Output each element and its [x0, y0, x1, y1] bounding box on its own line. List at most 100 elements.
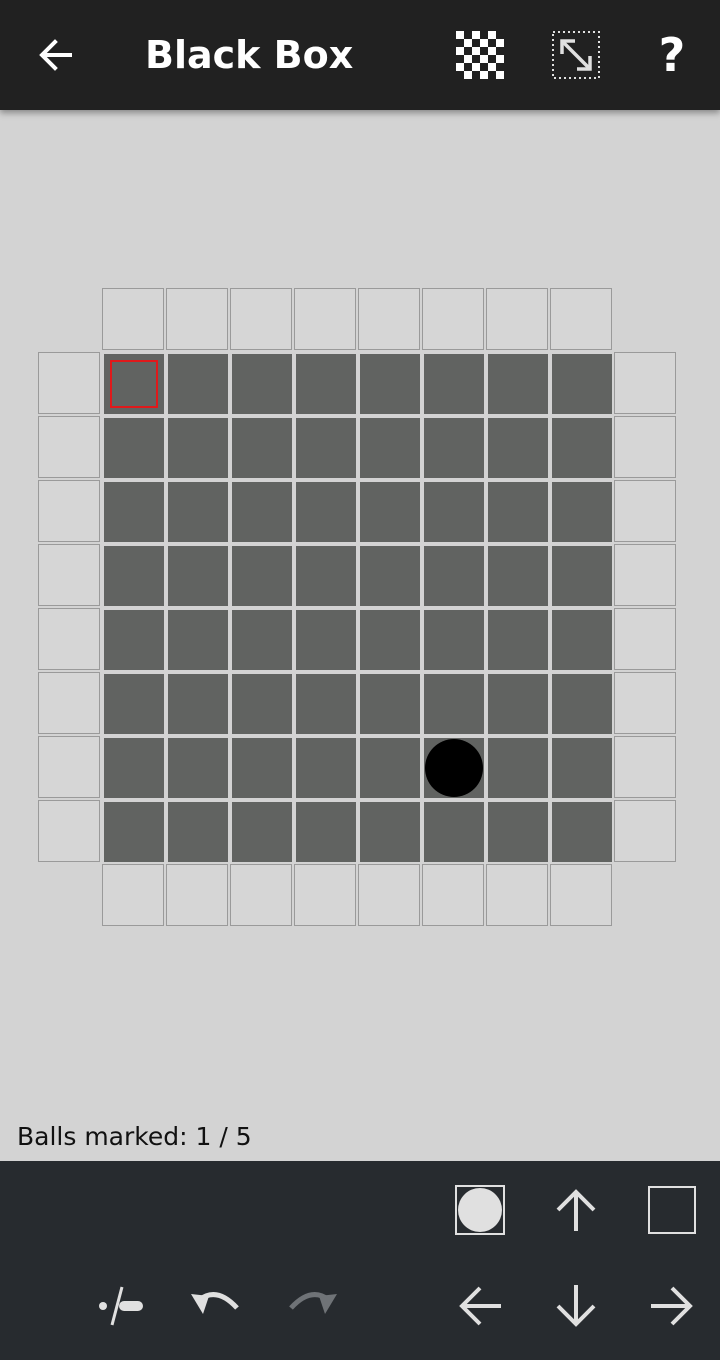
board-cell[interactable]: [296, 674, 356, 734]
edge-cell-left[interactable]: [38, 608, 100, 670]
board-cell[interactable]: [168, 354, 228, 414]
resize-button[interactable]: [528, 0, 624, 110]
edge-cell-right[interactable]: [614, 608, 676, 670]
board-cell[interactable]: [232, 738, 292, 798]
edge-cell-top[interactable]: [550, 288, 612, 350]
board-cell[interactable]: [104, 802, 164, 862]
edge-cell-right[interactable]: [614, 544, 676, 606]
board-cell[interactable]: [232, 610, 292, 670]
edge-cell-top[interactable]: [486, 288, 548, 350]
toggle-checker-button[interactable]: [432, 0, 528, 110]
board-cell[interactable]: [104, 674, 164, 734]
board-cell[interactable]: [168, 418, 228, 478]
redo-button[interactable]: [264, 1258, 360, 1354]
edge-cell-left[interactable]: [38, 416, 100, 478]
board-cell[interactable]: [488, 418, 548, 478]
board-cell[interactable]: [552, 354, 612, 414]
edge-cell-top[interactable]: [358, 288, 420, 350]
board-cell[interactable]: [488, 802, 548, 862]
mark-toggle-button[interactable]: [72, 1258, 168, 1354]
board-cell[interactable]: [104, 482, 164, 542]
board-cell[interactable]: [104, 418, 164, 478]
clear-button[interactable]: [624, 1162, 720, 1258]
board-cell[interactable]: [296, 546, 356, 606]
ball-toggle-button[interactable]: [432, 1162, 528, 1258]
board-cell[interactable]: [296, 802, 356, 862]
board-cell[interactable]: [488, 482, 548, 542]
board-cell[interactable]: [360, 482, 420, 542]
ball-mark[interactable]: [425, 739, 483, 797]
board-cell[interactable]: [360, 610, 420, 670]
edge-cell-bottom[interactable]: [294, 864, 356, 926]
edge-cell-left[interactable]: [38, 736, 100, 798]
board-cell[interactable]: [552, 546, 612, 606]
board-cell[interactable]: [104, 738, 164, 798]
board-cell[interactable]: [424, 802, 484, 862]
board-cell[interactable]: [168, 610, 228, 670]
board-cell[interactable]: [360, 802, 420, 862]
board-cell[interactable]: [424, 354, 484, 414]
board-cell[interactable]: [488, 546, 548, 606]
move-down-button[interactable]: [528, 1258, 624, 1354]
board-cell[interactable]: [232, 354, 292, 414]
board-cell[interactable]: [552, 482, 612, 542]
edge-cell-left[interactable]: [38, 480, 100, 542]
edge-cell-left[interactable]: [38, 800, 100, 862]
edge-cell-top[interactable]: [422, 288, 484, 350]
edge-cell-bottom[interactable]: [550, 864, 612, 926]
board-cell[interactable]: [488, 354, 548, 414]
board-cell[interactable]: [168, 802, 228, 862]
board-cell[interactable]: [424, 546, 484, 606]
edge-cell-right[interactable]: [614, 480, 676, 542]
board-cell[interactable]: [168, 738, 228, 798]
board-cell[interactable]: [424, 482, 484, 542]
board-cell[interactable]: [104, 610, 164, 670]
undo-button[interactable]: [168, 1258, 264, 1354]
board-cell[interactable]: [232, 802, 292, 862]
edge-cell-left[interactable]: [38, 352, 100, 414]
edge-cell-left[interactable]: [38, 544, 100, 606]
edge-cell-top[interactable]: [294, 288, 356, 350]
board-cell[interactable]: [488, 738, 548, 798]
edge-cell-bottom[interactable]: [166, 864, 228, 926]
board-cell[interactable]: [552, 802, 612, 862]
edge-cell-left[interactable]: [38, 672, 100, 734]
edge-cell-top[interactable]: [166, 288, 228, 350]
board-cell[interactable]: [168, 546, 228, 606]
board-cell[interactable]: [552, 418, 612, 478]
board-cell[interactable]: [488, 610, 548, 670]
board-cell[interactable]: [552, 610, 612, 670]
board-cell[interactable]: [296, 354, 356, 414]
back-button[interactable]: [8, 0, 104, 110]
edge-cell-top[interactable]: [230, 288, 292, 350]
board-cell[interactable]: [424, 610, 484, 670]
edge-cell-bottom[interactable]: [230, 864, 292, 926]
edge-cell-bottom[interactable]: [486, 864, 548, 926]
board-cell[interactable]: [104, 546, 164, 606]
move-right-button[interactable]: [624, 1258, 720, 1354]
edge-cell-right[interactable]: [614, 736, 676, 798]
board-cell[interactable]: [232, 546, 292, 606]
edge-cell-right[interactable]: [614, 416, 676, 478]
edge-cell-bottom[interactable]: [358, 864, 420, 926]
board-cell[interactable]: [232, 482, 292, 542]
edge-cell-right[interactable]: [614, 800, 676, 862]
edge-cell-top[interactable]: [102, 288, 164, 350]
board-cell[interactable]: [424, 418, 484, 478]
board-cell[interactable]: [552, 738, 612, 798]
board-cell[interactable]: [296, 482, 356, 542]
edge-cell-bottom[interactable]: [102, 864, 164, 926]
board-cell[interactable]: [360, 418, 420, 478]
move-left-button[interactable]: [432, 1258, 528, 1354]
board-cell[interactable]: [488, 674, 548, 734]
board-cell[interactable]: [168, 482, 228, 542]
board-cell[interactable]: [296, 610, 356, 670]
board-cell[interactable]: [360, 674, 420, 734]
board-cell[interactable]: [424, 674, 484, 734]
board-cell[interactable]: [168, 674, 228, 734]
edge-cell-right[interactable]: [614, 672, 676, 734]
board-cell[interactable]: [360, 738, 420, 798]
move-up-button[interactable]: [528, 1162, 624, 1258]
edge-cell-bottom[interactable]: [422, 864, 484, 926]
board-cell[interactable]: [360, 354, 420, 414]
